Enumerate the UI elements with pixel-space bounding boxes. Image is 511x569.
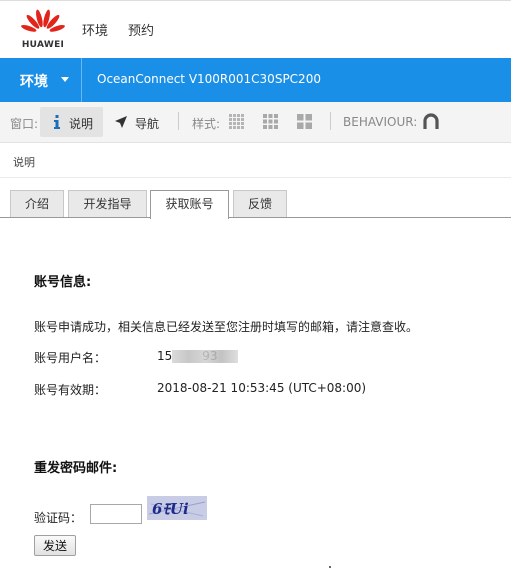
captcha-label: 验证码：	[34, 511, 83, 525]
tab-dev-guide[interactable]: 开发指导	[68, 190, 147, 217]
toolbar: 窗口: 说明 导航 样式: BEHAVIOUR:	[0, 102, 511, 143]
tab-get-account[interactable]: 获取账号	[150, 190, 229, 219]
top-header: HUAWEI 环境 预约	[0, 0, 511, 57]
window-label: 窗口:	[10, 117, 39, 131]
tab-baseline	[0, 217, 511, 218]
svg-text:6ﾓUi: 6ﾓUi	[152, 500, 189, 518]
divider	[81, 58, 82, 102]
grid-medium-icon[interactable]	[263, 114, 278, 129]
grid-small-icon[interactable]	[229, 114, 244, 129]
nav-environment[interactable]: 环境	[82, 20, 108, 39]
expiry-value: 2018-08-21 10:53:45 (UTC+08:00)	[157, 381, 367, 395]
chevron-down-icon[interactable]	[61, 77, 69, 82]
navigation-arrow-icon	[115, 116, 127, 128]
toolbar-separator	[330, 112, 331, 130]
info-button-label: 说明	[69, 117, 94, 131]
expiry-label: 账号有效期：	[34, 383, 107, 397]
navigation-button-label: 导航	[135, 117, 160, 131]
behaviour-label: BEHAVIOUR:	[343, 115, 418, 129]
tab-introduction[interactable]: 介绍	[10, 190, 64, 217]
version-label: OceanConnect V100R001C30SPC200	[97, 72, 321, 86]
divider	[0, 177, 511, 178]
captcha-image[interactable]: 6ﾓUi	[147, 496, 207, 520]
toolbar-separator	[178, 112, 179, 130]
account-info-title: 账号信息:	[34, 275, 92, 290]
send-button[interactable]: 发送	[34, 535, 76, 556]
info-icon	[54, 115, 60, 129]
environment-bar: 环境 OceanConnect V100R001C30SPC200	[0, 58, 511, 102]
magnet-icon[interactable]	[423, 113, 439, 130]
username-label: 账号用户名：	[34, 351, 107, 365]
nav-reservation[interactable]: 预约	[128, 20, 154, 39]
captcha-input[interactable]	[90, 504, 142, 524]
success-message: 账号申请成功，相关信息已经发送至您注册时填写的邮箱，请注意查收。	[34, 320, 419, 334]
stray-dot	[329, 566, 331, 568]
navigation-button[interactable]: 导航	[108, 107, 168, 137]
redacted-mask	[172, 350, 238, 363]
tab-bar: 介绍 开发指导 获取账号 反馈	[0, 190, 511, 219]
style-label: 样式:	[192, 117, 221, 131]
info-button[interactable]: 说明	[40, 107, 103, 137]
tab-feedback[interactable]: 反馈	[233, 190, 287, 217]
brand-name: HUAWEI	[21, 40, 65, 50]
environment-dropdown-label[interactable]: 环境	[20, 71, 48, 91]
breadcrumb: 说明	[13, 156, 35, 169]
resend-password-title: 重发密码邮件:	[34, 461, 118, 476]
grid-large-icon[interactable]	[297, 114, 312, 129]
